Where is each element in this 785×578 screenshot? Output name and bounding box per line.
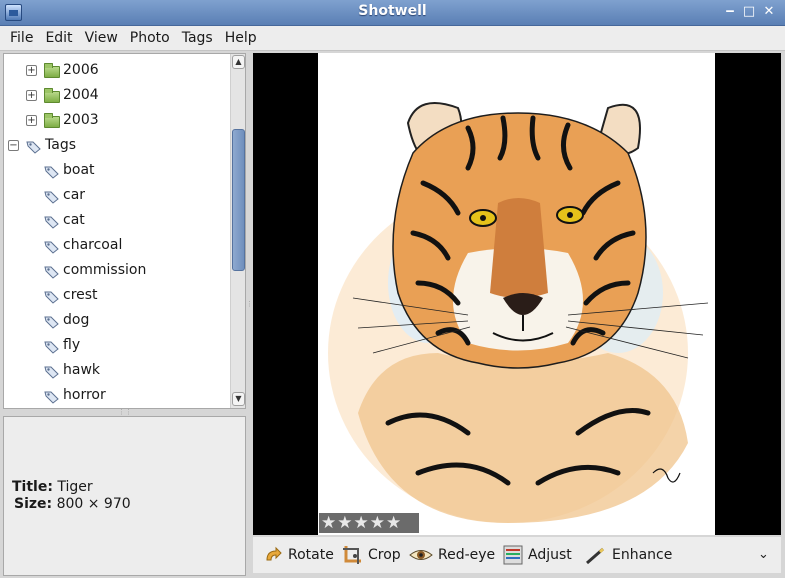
folder-icon	[44, 113, 60, 128]
tag-icon	[44, 341, 59, 354]
expand-icon[interactable]: +	[26, 65, 37, 76]
chevron-down-icon[interactable]: ⌄	[758, 547, 769, 562]
info-title-key: Title:	[12, 479, 53, 495]
tree-item-label: cat	[63, 212, 85, 228]
info-size-key: Size:	[14, 496, 53, 512]
photo-image[interactable]	[318, 53, 715, 535]
info-size-value: 800 × 970	[56, 496, 131, 512]
adjust-button[interactable]: Adjust	[503, 543, 572, 567]
tag-icon	[44, 366, 59, 379]
info-title-value: Tiger	[57, 479, 93, 495]
tree-item-tag[interactable]: crest	[4, 284, 230, 309]
tiger-illustration	[328, 102, 709, 523]
sidebar-tree: + 2006 + 2004 + 2003 − Tags boat car cat ch…	[3, 53, 246, 409]
tree-item-label: car	[63, 187, 86, 203]
rotate-button[interactable]: Rotate	[263, 543, 334, 567]
adjust-label: Adjust	[528, 547, 572, 563]
menu-view[interactable]: View	[79, 26, 124, 50]
rotate-label: Rotate	[288, 547, 334, 563]
menu-help[interactable]: Help	[219, 26, 263, 50]
photo-info-panel: Title: Tiger Size: 800 × 970	[3, 416, 246, 576]
enhance-button[interactable]: Enhance	[585, 543, 672, 567]
tree-item-label: 2006	[63, 62, 99, 78]
tree-item-label: horror	[63, 387, 106, 403]
title-bar: Shotwell ‒ □ ✕	[0, 0, 785, 26]
sidebar-scrollbar[interactable]: ▲ ▼	[230, 54, 245, 408]
star-rating[interactable]: ★★★★★	[319, 513, 419, 533]
tree-item-year[interactable]: + 2004	[4, 84, 230, 109]
tag-icon	[44, 216, 59, 229]
close-icon[interactable]: ✕	[761, 4, 777, 20]
red-eye-icon	[409, 550, 433, 560]
menu-photo[interactable]: Photo	[124, 26, 176, 50]
tree-item-label: crest	[63, 287, 98, 303]
adjust-icon	[503, 545, 523, 565]
tag-icon	[44, 291, 59, 304]
info-title-line: Title: Tiger	[12, 479, 93, 495]
tree-item-year[interactable]: + 2006	[4, 59, 230, 84]
pane-resize-handle-vertical[interactable]: ⋮	[246, 300, 253, 312]
tree-item-label: 2003	[63, 112, 99, 128]
tree-item-label: boat	[63, 162, 95, 178]
tag-icon	[44, 241, 59, 254]
minimize-icon[interactable]: ‒	[722, 4, 738, 20]
tag-icon	[44, 266, 59, 279]
crop-label: Crop	[368, 547, 401, 563]
tree-item-tag[interactable]: dog	[4, 309, 230, 334]
tree-item-label: hawk	[63, 362, 101, 378]
folder-icon	[44, 88, 60, 103]
edit-toolbar: Rotate Crop Red-eye Adjust Enhance ⌄	[253, 537, 781, 573]
folder-icon	[44, 63, 60, 78]
tree-item-label: commission	[63, 262, 147, 278]
tree-item-tags[interactable]: − Tags	[4, 134, 230, 159]
tree-item-label: fly	[63, 337, 81, 353]
tree-item-label: 2004	[63, 87, 99, 103]
menu-edit[interactable]: Edit	[39, 26, 78, 50]
pane-resize-handle[interactable]: ⋮⋮	[118, 409, 132, 416]
crop-icon	[343, 546, 361, 564]
red-eye-label: Red-eye	[438, 547, 496, 563]
red-eye-button[interactable]: Red-eye	[409, 543, 495, 567]
tag-icon	[44, 316, 59, 329]
tree-item-tag[interactable]: hawk	[4, 359, 230, 384]
tree-item-label: charcoal	[63, 237, 123, 253]
maximize-icon[interactable]: □	[741, 4, 757, 20]
scroll-down-icon[interactable]: ▼	[232, 392, 245, 406]
photo-viewer[interactable]: ★★★★★	[253, 53, 781, 535]
rotate-icon	[266, 546, 282, 561]
enhance-icon	[586, 547, 605, 565]
tree-item-tag[interactable]: car	[4, 184, 230, 209]
info-size-line: Size: 800 × 970	[14, 496, 131, 512]
menu-file[interactable]: File	[4, 26, 39, 50]
collapse-icon[interactable]: −	[8, 140, 19, 151]
crop-button[interactable]: Crop	[341, 543, 401, 567]
tag-icon	[44, 166, 59, 179]
tree-item-tag[interactable]: boat	[4, 159, 230, 184]
tag-icon	[44, 391, 59, 404]
tree-item-label: Tags	[45, 137, 76, 153]
tree-item-label: dog	[63, 312, 90, 328]
expand-icon[interactable]: +	[26, 90, 37, 101]
tree-item-tag[interactable]: cat	[4, 209, 230, 234]
tree-item-tag[interactable]: horror	[4, 384, 230, 408]
menu-tags[interactable]: Tags	[176, 26, 219, 50]
tag-icon	[26, 141, 41, 154]
tree-item-tag[interactable]: charcoal	[4, 234, 230, 259]
tree-item-tag[interactable]: commission	[4, 259, 230, 284]
enhance-label: Enhance	[612, 547, 673, 563]
scroll-up-icon[interactable]: ▲	[232, 55, 245, 69]
tag-icon	[44, 191, 59, 204]
scrollbar-thumb[interactable]	[232, 129, 245, 271]
tree-item-year[interactable]: + 2003	[4, 109, 230, 134]
expand-icon[interactable]: +	[26, 115, 37, 126]
window-title: Shotwell	[358, 3, 427, 19]
menu-bar: File Edit View Photo Tags Help	[0, 26, 785, 51]
tree-item-tag[interactable]: fly	[4, 334, 230, 359]
